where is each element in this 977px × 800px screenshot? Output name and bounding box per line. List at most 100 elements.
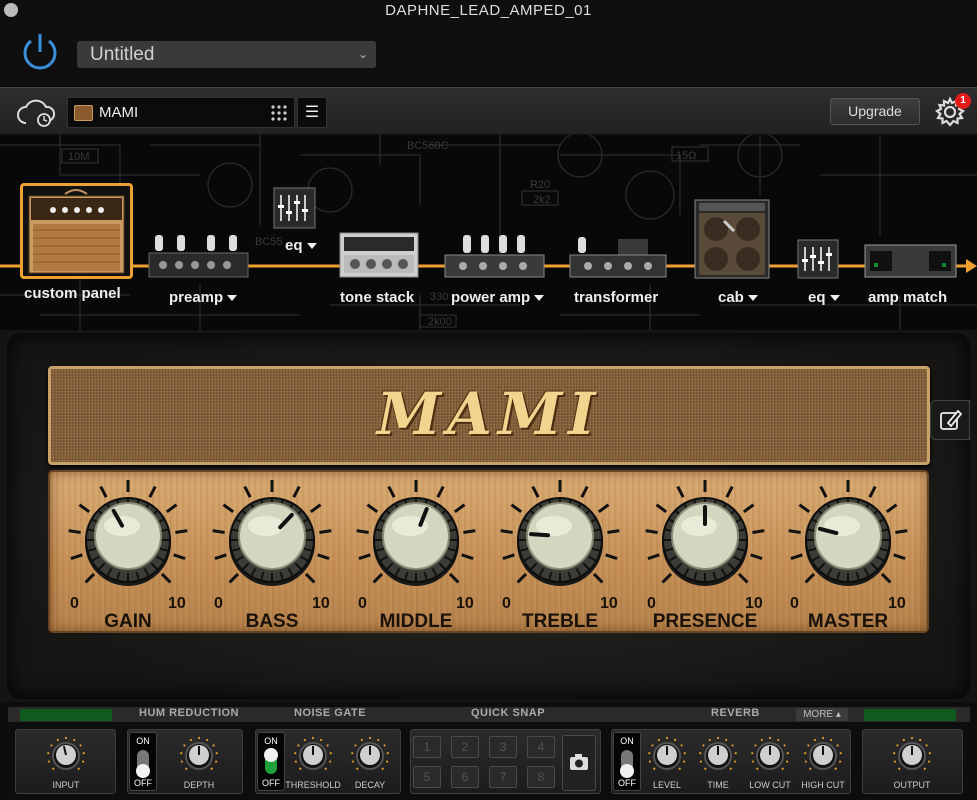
knob-label-presence: PRESENCE: [652, 611, 758, 632]
chain-label-custom-panel[interactable]: custom panel: [24, 285, 121, 302]
knob-treble[interactable]: [495, 475, 625, 605]
hum-reduction-toggle[interactable]: ON OFF: [129, 732, 157, 791]
chain-module-cab[interactable]: [694, 199, 770, 279]
svg-text:R20: R20: [530, 179, 550, 191]
knob-scale-max: 10: [745, 595, 763, 612]
knob-label-gain: GAIN: [104, 611, 152, 632]
amp-thumbnail-icon: [74, 105, 93, 121]
reverb-time-knob[interactable]: [698, 736, 738, 776]
knob-scale-max: 10: [456, 595, 474, 612]
snap-slot-5[interactable]: 5: [413, 766, 441, 788]
transformer-thumbnail: [569, 237, 667, 278]
amp-model-name: MAMI: [99, 104, 139, 121]
chain-label-transformer[interactable]: transformer: [574, 289, 658, 306]
chain-module-preamp[interactable]: [147, 233, 250, 279]
amp-logo: MAMI: [376, 380, 602, 448]
chain-label-power-amp[interactable]: power amp: [451, 289, 545, 306]
snap-slot-1[interactable]: 1: [413, 736, 441, 758]
svg-text:10M: 10M: [68, 151, 89, 163]
tone-stack-thumbnail: [339, 232, 419, 278]
knob-pointer: [529, 532, 551, 538]
knob-scale-max: 10: [888, 595, 906, 612]
hum-reduction-heading: HUM REDUCTION: [139, 707, 239, 719]
knob-gain[interactable]: [63, 475, 193, 605]
chain-module-transformer[interactable]: [568, 233, 668, 279]
knob-label-middle: MIDDLE: [379, 611, 453, 632]
chain-label-amp-match[interactable]: amp match: [868, 289, 947, 306]
chain-module-custom-panel[interactable]: [20, 183, 133, 279]
depth-knob[interactable]: [179, 736, 219, 776]
chain-module-tone-stack[interactable]: [339, 231, 419, 279]
knob-middle[interactable]: [351, 475, 481, 605]
reverb-heading: REVERB: [711, 707, 760, 719]
caret-down-icon: [534, 295, 545, 302]
chain-label-eq-1[interactable]: eq: [285, 237, 317, 254]
svg-text:2k2: 2k2: [533, 194, 551, 206]
power-icon[interactable]: [18, 30, 62, 74]
chain-module-amp-match[interactable]: [864, 243, 957, 279]
chain-label-eq-2[interactable]: eq: [808, 289, 840, 306]
noise-gate-heading: NOISE GATE: [294, 707, 367, 719]
chain-label-preamp[interactable]: preamp: [169, 289, 238, 306]
caret-down-icon: [829, 295, 840, 302]
threshold-knob[interactable]: [293, 736, 333, 776]
power-amp-thumbnail: [444, 235, 545, 278]
knob-master[interactable]: [783, 475, 913, 605]
svg-text:2k00: 2k00: [428, 316, 452, 328]
knob-label-bass: BASS: [245, 611, 299, 632]
chain-module-power-amp[interactable]: [443, 233, 546, 279]
toggle-knob: [136, 764, 150, 778]
custom-panel-thumbnail: [28, 189, 125, 274]
snap-slot-4[interactable]: 4: [527, 736, 555, 758]
chain-label-cab[interactable]: cab: [718, 289, 758, 306]
depth-label: DEPTH: [183, 780, 215, 790]
chain-label-tone-stack[interactable]: tone stack: [340, 289, 414, 306]
knob-bass[interactable]: [207, 475, 337, 605]
knob-scale-min: 0: [214, 595, 223, 612]
snap-slot-2[interactable]: 2: [451, 736, 479, 758]
eq-thumbnail: [797, 239, 839, 279]
input-label: INPUT: [52, 780, 80, 790]
snap-slot-3[interactable]: 3: [489, 736, 517, 758]
hamburger-menu-icon[interactable]: ☰: [297, 97, 327, 128]
input-level-meter: [20, 709, 112, 721]
knob-scale-max: 10: [312, 595, 330, 612]
amp-match-thumbnail: [864, 244, 957, 278]
quick-snap-heading: QUICK SNAP: [471, 707, 546, 719]
output-knob[interactable]: [892, 736, 932, 776]
snap-slot-6[interactable]: 6: [451, 766, 479, 788]
preset-select[interactable]: Untitled ⌄: [77, 41, 376, 68]
reverb-level-knob[interactable]: [647, 736, 687, 776]
input-knob[interactable]: [46, 736, 86, 776]
knob-presence[interactable]: [640, 475, 770, 605]
signal-chain: BC560C R20 2k2 10M 15Ω BC55 2k00 330 cus…: [0, 135, 977, 330]
knob-scale-min: 0: [70, 595, 79, 612]
svg-text:15Ω: 15Ω: [676, 150, 696, 162]
preamp-thumbnail: [148, 235, 249, 278]
edit-panel-button[interactable]: [930, 400, 970, 440]
more-button[interactable]: MORE ▴: [796, 708, 848, 721]
edit-icon: [940, 409, 963, 430]
output-level-meter: [864, 709, 956, 721]
chain-module-eq-2[interactable]: [797, 239, 839, 279]
preset-name: Untitled: [90, 44, 155, 65]
chain-module-eq-1[interactable]: [273, 187, 316, 229]
grid-icon[interactable]: [270, 104, 288, 122]
high-cut-label: HIGH CUT: [801, 780, 845, 790]
low-cut-knob[interactable]: [750, 736, 790, 776]
svg-text:330: 330: [430, 291, 448, 303]
snap-slot-8[interactable]: 8: [527, 766, 555, 788]
upgrade-button[interactable]: Upgrade: [830, 98, 920, 125]
toggle-knob: [620, 764, 634, 778]
decay-knob[interactable]: [350, 736, 390, 776]
snap-slot-7[interactable]: 7: [489, 766, 517, 788]
window-title-bar: DAPHNE_LEAD_AMPED_01: [0, 0, 977, 26]
knob-scale-min: 0: [358, 595, 367, 612]
amp-model-selector[interactable]: MAMI: [67, 97, 295, 128]
snapshot-button[interactable]: [562, 735, 596, 791]
cloud-sync-icon[interactable]: [16, 95, 56, 129]
window-close-button[interactable]: [4, 3, 18, 17]
caret-down-icon: [747, 295, 758, 302]
svg-text:BC560C: BC560C: [407, 140, 449, 152]
high-cut-knob[interactable]: [803, 736, 843, 776]
